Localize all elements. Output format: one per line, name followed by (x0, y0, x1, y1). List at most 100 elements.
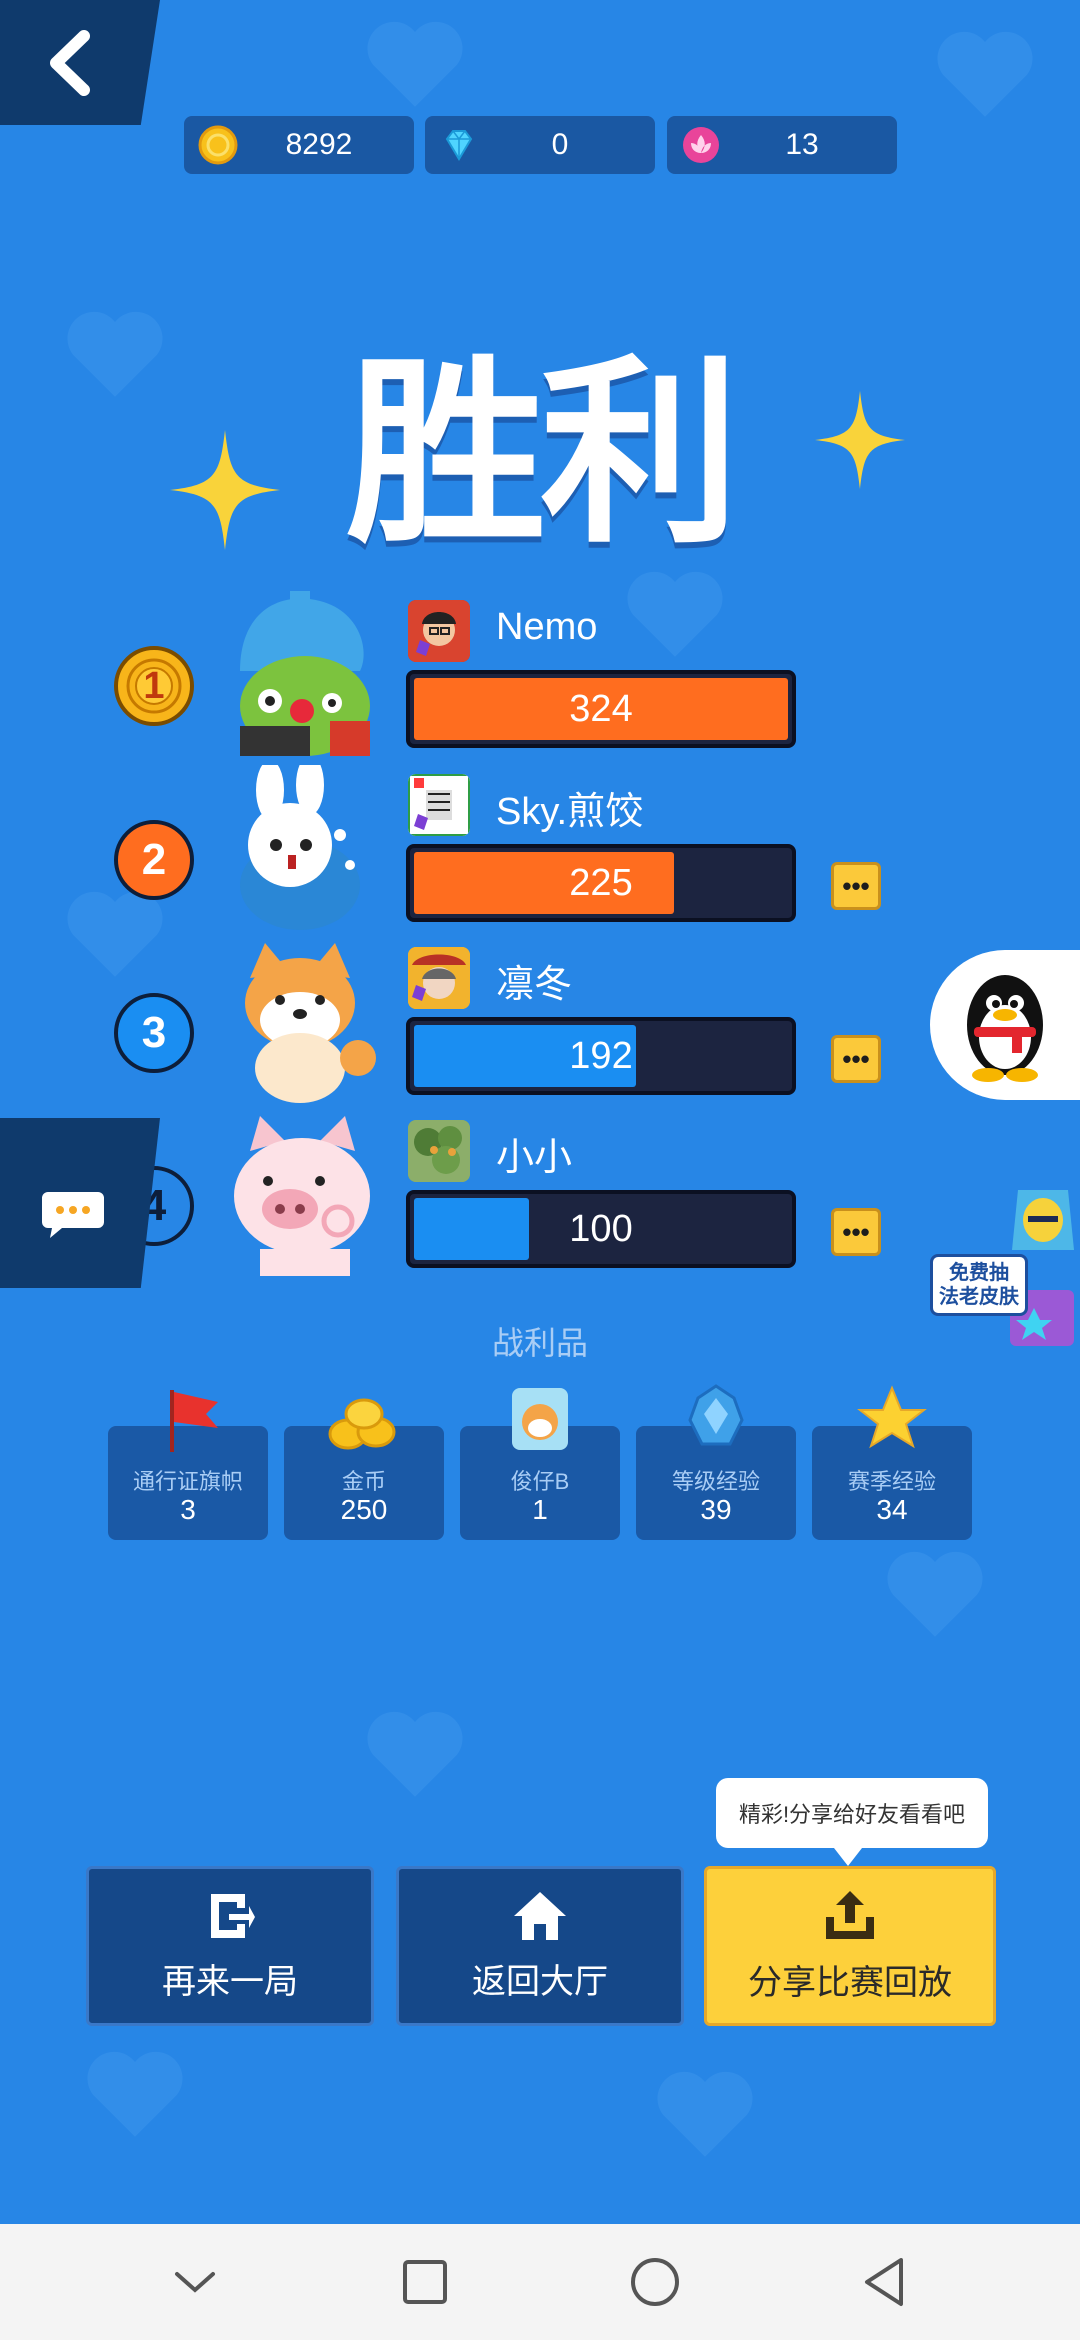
triangle-back-icon (865, 2258, 903, 2306)
gold-coin-value: 8292 (285, 128, 353, 161)
play-again-label: 再来一局 (162, 1962, 298, 2001)
profile-image-icon (408, 600, 470, 662)
diamond-icon (445, 130, 473, 161)
player-profile-picture[interactable] (408, 1120, 470, 1182)
blue-crystal-icon (688, 1384, 744, 1446)
nav-back-button[interactable] (855, 2252, 915, 2312)
score-value: 100 (569, 1207, 633, 1250)
player-name: 小小 (496, 1137, 573, 1179)
player-name: 凛冬 (496, 964, 573, 1006)
player-row: 4 小小 100 ••• (0, 1116, 1080, 1281)
loot-name: 金币 (341, 1469, 386, 1494)
victory-banner: 胜利 (170, 340, 910, 570)
score-bar: 324 (406, 670, 796, 748)
bg-heart-icon (367, 21, 463, 107)
loot-name: 赛季经验 (847, 1469, 936, 1494)
score-bar: 192 (406, 1017, 796, 1095)
loot-title: 战利品 (491, 1325, 588, 1361)
bg-heart-icon (67, 311, 163, 397)
loot-value: 1 (532, 1494, 548, 1525)
profile-image-icon (408, 947, 470, 1009)
bg-heart-icon (657, 2071, 753, 2157)
loot-item: 等级经验 39 (636, 1384, 796, 1540)
nav-collapse-button[interactable] (165, 2252, 225, 2312)
chevron-left-icon (50, 29, 90, 96)
circle-home-icon (631, 2258, 679, 2306)
qq-penguin-icon (967, 975, 1043, 1082)
promo-line-1: 免费抽 (949, 1262, 1009, 1284)
player-row: 3 凛冬 192 ••• (0, 943, 1080, 1108)
score-value: 192 (569, 1034, 633, 1077)
play-again-button[interactable]: 再来一局 (86, 1866, 374, 2026)
player-name: Sky.煎饺 (496, 791, 644, 833)
bg-heart-icon (887, 1551, 983, 1637)
lotus-token-counter: 13 (667, 116, 897, 174)
chat-bubble-icon (42, 1192, 104, 1238)
qq-share-button[interactable] (930, 950, 1080, 1100)
bg-heart-icon (367, 1711, 463, 1797)
player-profile-picture[interactable] (408, 947, 470, 1009)
lotus-token-icon (683, 127, 719, 163)
rank-number: 1 (143, 664, 165, 707)
shiba-dog-avatar (245, 943, 376, 1103)
yellow-star-icon (857, 1385, 927, 1449)
sparkle-icon (170, 430, 280, 550)
character-card-icon (512, 1388, 568, 1450)
zombie-knight-avatar (240, 591, 370, 756)
more-options-button[interactable]: ••• (831, 1208, 881, 1256)
bg-heart-icon (937, 31, 1033, 117)
return-lobby-label: 返回大厅 (472, 1962, 608, 2001)
loot-name: 等级经验 (671, 1469, 760, 1494)
more-options-button[interactable]: ••• (831, 862, 881, 910)
nav-recents-button[interactable] (395, 2252, 455, 2312)
loot-name: 通行证旗帜 (132, 1469, 243, 1494)
chat-button[interactable] (0, 1118, 160, 1288)
system-navigation-bar (0, 2224, 1080, 2340)
bg-heart-icon (87, 2051, 183, 2137)
loot-name: 俊仔B (510, 1469, 570, 1494)
sparkle-icon (815, 390, 905, 490)
share-replay-button[interactable]: 分享比赛回放 (704, 1866, 996, 2026)
return-lobby-button[interactable]: 返回大厅 (396, 1866, 684, 2026)
score-value: 225 (569, 861, 633, 904)
back-button[interactable] (0, 0, 160, 125)
chevron-down-icon (175, 2272, 215, 2293)
diamond-value: 0 (551, 128, 569, 161)
square-recents-icon (403, 2260, 447, 2304)
player-row: 2 Sky.煎饺 225 ••• (0, 765, 1080, 935)
coin-pile-icon (328, 1398, 396, 1450)
rank-badge: 3 (114, 993, 194, 1073)
player-row: 1 Nemo 324 (0, 591, 1080, 761)
share-upload-icon (826, 1890, 874, 1939)
player-profile-picture[interactable] (408, 774, 470, 836)
nav-home-button[interactable] (625, 2252, 685, 2312)
red-flag-icon (170, 1390, 218, 1452)
bunny-avatar (240, 765, 360, 930)
loot-value: 39 (700, 1494, 732, 1525)
profile-image-icon (408, 774, 470, 836)
game-screen: 8292 0 13 胜利 1 Nemo 324 2 Sky.煎饺 225 •••… (0, 0, 1080, 2224)
diamond-counter: 0 (425, 116, 655, 174)
loot-item: 金币 250 (284, 1398, 444, 1540)
share-replay-label: 分享比赛回放 (748, 1963, 952, 2002)
player-profile-picture[interactable] (408, 600, 470, 662)
score-bar: 225 (406, 844, 796, 922)
score-bar: 100 (406, 1190, 796, 1268)
loot-item: 俊仔B 1 (460, 1388, 620, 1540)
promo-label: 免费抽 法老皮肤 (930, 1254, 1028, 1316)
loot-value: 3 (180, 1494, 196, 1525)
rank-badge: 1 (114, 646, 194, 726)
profile-image-icon (408, 1120, 470, 1182)
share-tooltip: 精彩!分享给好友看看吧 (716, 1778, 988, 1866)
score-value: 324 (569, 687, 633, 730)
loot-item: 赛季经验 34 (812, 1385, 972, 1540)
loot-value: 34 (876, 1494, 908, 1525)
replay-icon (211, 1893, 255, 1938)
rank-number: 2 (141, 835, 167, 884)
loot-item: 通行证旗帜 3 (108, 1390, 268, 1540)
more-options-button[interactable]: ••• (831, 1035, 881, 1083)
rank-badge: 2 (114, 820, 194, 900)
pig-avatar (234, 1116, 370, 1276)
loot-value: 250 (340, 1494, 388, 1525)
lotus-token-value: 13 (785, 128, 819, 161)
